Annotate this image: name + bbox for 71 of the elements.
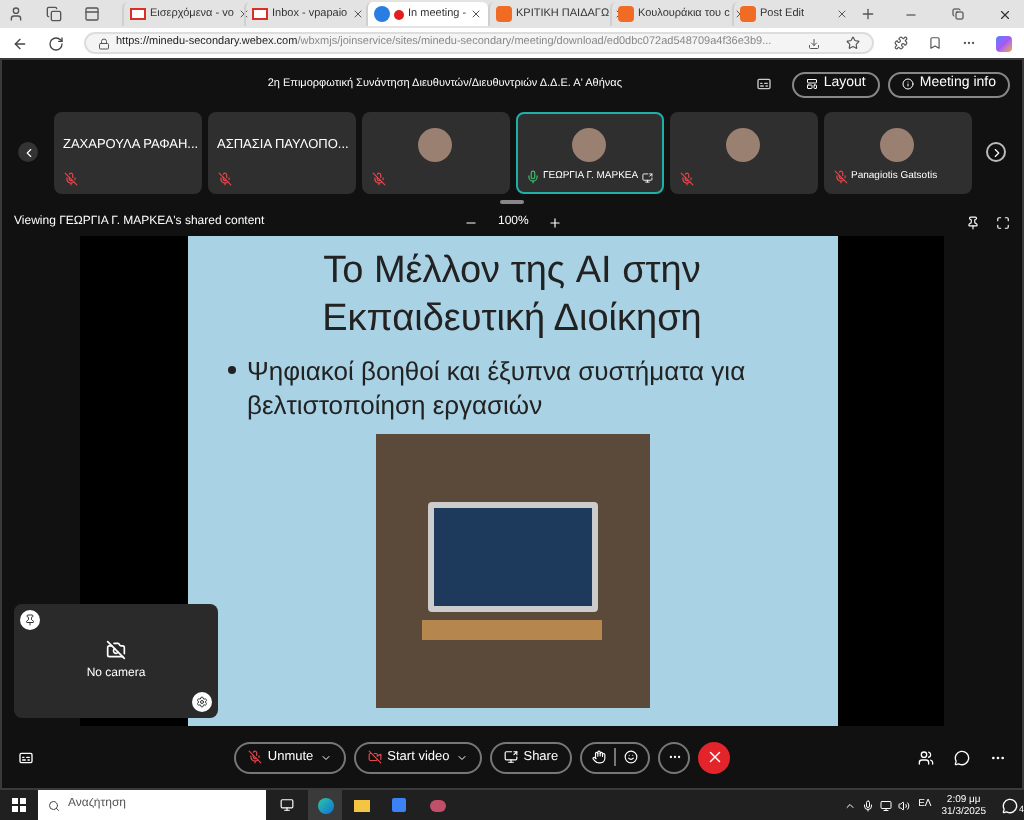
close-icon[interactable] [470, 8, 483, 20]
copilot-icon[interactable] [996, 35, 1012, 51]
avatar [880, 127, 914, 162]
profile-icon[interactable] [8, 6, 24, 22]
more-icon [667, 750, 682, 764]
browser-taskbar-icon[interactable] [308, 790, 342, 820]
more-icon[interactable] [962, 36, 976, 50]
restore-icon[interactable] [952, 8, 964, 20]
document-icon [740, 6, 756, 22]
previous-button[interactable] [18, 142, 38, 162]
tab-actions-icon[interactable] [84, 6, 100, 22]
raise-hand-icon[interactable] [592, 750, 607, 764]
extensions-icon[interactable] [894, 36, 908, 50]
tray-expand-icon[interactable] [844, 799, 857, 811]
settings-button[interactable] [192, 692, 212, 712]
participant-tile[interactable] [361, 111, 509, 193]
reactions-icon[interactable] [624, 750, 639, 764]
favorites-icon[interactable] [928, 36, 942, 50]
screen-share-icon [503, 750, 518, 764]
new-tab-icon[interactable] [860, 6, 876, 22]
slide-title: Το Μέλλον της AI στην Εκπαιδευτική Διοίκηση [320, 248, 704, 344]
favorite-icon[interactable] [846, 36, 860, 50]
network-icon [880, 799, 893, 811]
document-icon [618, 6, 634, 22]
chat-icon[interactable] [954, 749, 970, 765]
chevron-left-icon [21, 145, 35, 159]
resize-handle[interactable] [500, 200, 524, 204]
workspaces-icon[interactable] [46, 6, 62, 22]
avatar [572, 127, 606, 162]
caret-icon [455, 751, 468, 763]
close-icon[interactable] [351, 8, 364, 20]
microphone-muted-icon [247, 750, 262, 764]
avatar [418, 128, 452, 162]
download-icon[interactable] [808, 37, 820, 49]
layout-icon [805, 78, 818, 90]
task-view-icon[interactable] [280, 798, 294, 812]
reactions-group[interactable] [580, 741, 651, 773]
microphone-icon [862, 799, 875, 811]
pin-button[interactable] [20, 610, 40, 630]
slide-bullet-text: Ψηφιακοί βοηθοί και έξυπνα συστήματα για βελτιστοποίηση εργασιών [247, 354, 748, 422]
lock-icon [98, 37, 110, 49]
camera-off-icon [106, 639, 126, 659]
back-icon[interactable] [12, 35, 28, 51]
close-icon[interactable] [836, 8, 848, 20]
notification-icon [1002, 797, 1018, 813]
chevron-right-icon [989, 145, 1003, 159]
next-button[interactable] [986, 142, 1006, 162]
caret-icon [319, 751, 332, 763]
captions-icon[interactable] [755, 76, 772, 92]
bullet [227, 366, 235, 374]
settings-icon [196, 696, 208, 708]
more-button[interactable] [658, 741, 691, 773]
document-icon [496, 6, 512, 22]
refresh-icon[interactable] [48, 35, 64, 51]
search-icon [48, 799, 60, 811]
volume-icon[interactable] [898, 799, 911, 811]
video-off-icon [367, 750, 382, 764]
annotate-icon[interactable] [966, 215, 980, 229]
meeting-app-icon [374, 6, 390, 22]
info-icon [901, 78, 914, 90]
pin-icon [24, 614, 36, 626]
fullscreen-icon[interactable] [996, 215, 1010, 229]
mail-icon [252, 8, 268, 20]
avatar [726, 128, 760, 162]
participants-icon[interactable] [918, 749, 934, 765]
participant-tile[interactable] [669, 111, 817, 193]
mail-icon [130, 8, 146, 20]
leave-button[interactable] [698, 741, 731, 773]
zoom-in-icon[interactable] [548, 215, 563, 229]
close-icon[interactable] [998, 7, 1012, 21]
close-icon [705, 748, 724, 766]
